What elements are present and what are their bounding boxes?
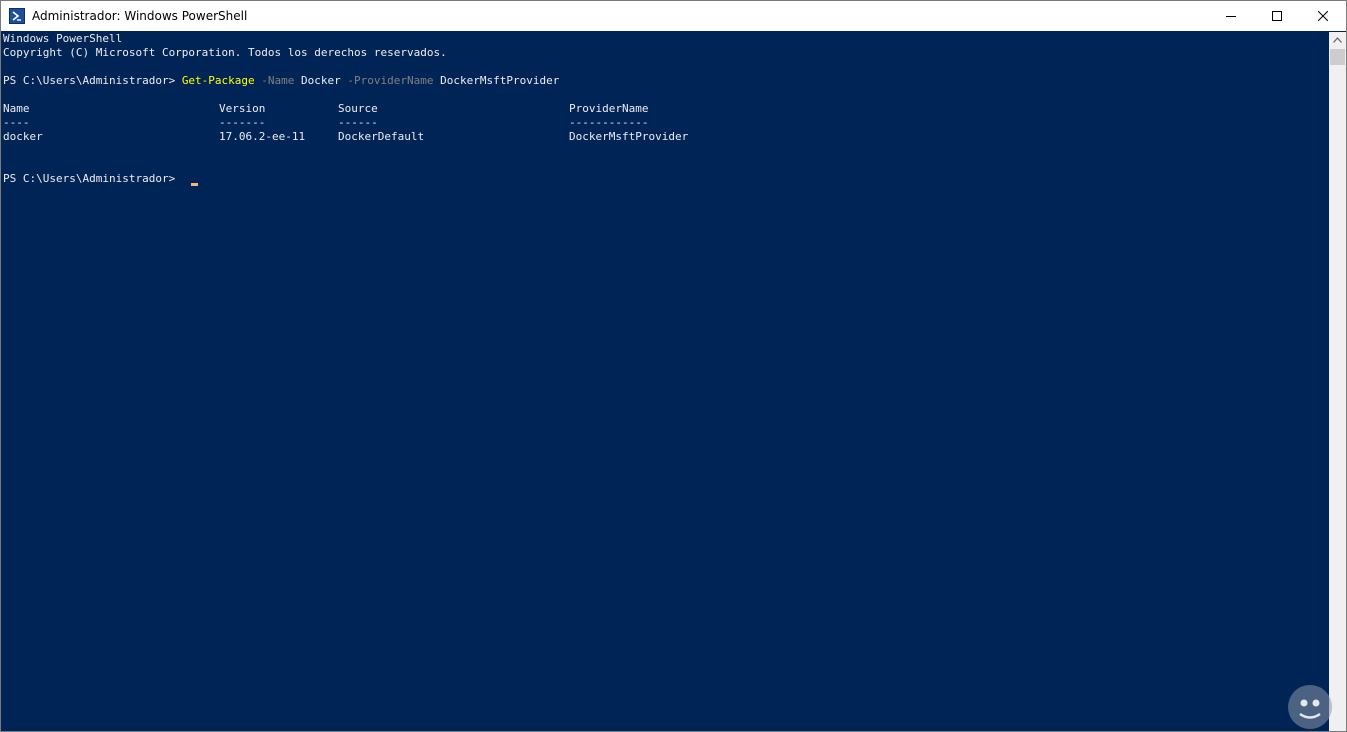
minimize-icon <box>1226 16 1236 17</box>
separator-version: ------- <box>219 116 266 129</box>
window-controls <box>1208 1 1346 31</box>
powershell-icon[interactable] <box>9 8 25 24</box>
table-separator-row: ---- ------- ------ ------------ <box>3 116 803 130</box>
scrollbar-thumb[interactable] <box>1330 49 1345 65</box>
scroll-up-button[interactable] <box>1329 32 1346 48</box>
command-line: PS C:\Users\Administrador> Get-Package -… <box>3 74 559 88</box>
header-source: Source <box>338 102 378 115</box>
powershell-window: Administrador: Windows PowerShell Window… <box>0 0 1347 732</box>
cell-providername: DockerMsftProvider <box>569 130 689 143</box>
separator-source: ------ <box>338 116 378 129</box>
cell-source: DockerDefault <box>338 130 425 143</box>
prompt: PS C:\Users\Administrador> <box>3 74 176 87</box>
cell-version: 17.06.2-ee-11 <box>219 130 306 143</box>
param-provider-value: DockerMsftProvider <box>440 74 560 87</box>
param-name-value: Docker <box>301 74 341 87</box>
cmdlet: Get-Package <box>181 74 255 87</box>
table-header-row: Name Version Source ProviderName <box>3 102 803 116</box>
window-title: Administrador: Windows PowerShell <box>32 9 248 23</box>
maximize-button[interactable] <box>1254 1 1300 31</box>
header-name: Name <box>3 102 30 115</box>
param-provider: -ProviderName <box>347 74 434 87</box>
close-icon <box>1318 11 1328 21</box>
param-name: -Name <box>261 74 295 87</box>
console-output[interactable]: Windows PowerShell Copyright (C) Microso… <box>1 32 1329 731</box>
header-version: Version <box>219 102 266 115</box>
header-providername: ProviderName <box>569 102 649 115</box>
watermark-logo-icon <box>1288 685 1332 729</box>
copyright-line: Copyright (C) Microsoft Corporation. Tod… <box>3 46 447 59</box>
separator-name: ---- <box>3 116 30 129</box>
maximize-icon <box>1272 11 1282 21</box>
cell-name: docker <box>3 130 43 143</box>
chevron-up-icon <box>1333 37 1342 43</box>
text-cursor <box>191 183 198 186</box>
separator-providername: ------------ <box>569 116 649 129</box>
minimize-button[interactable] <box>1208 1 1254 31</box>
title-bar[interactable]: Administrador: Windows PowerShell <box>1 1 1346 31</box>
vertical-scrollbar[interactable] <box>1329 32 1346 731</box>
close-button[interactable] <box>1300 1 1346 31</box>
header-line: Windows PowerShell <box>3 32 123 45</box>
final-prompt: PS C:\Users\Administrador> <box>3 172 176 185</box>
table-row: docker 17.06.2-ee-11 DockerDefault Docke… <box>3 130 803 144</box>
